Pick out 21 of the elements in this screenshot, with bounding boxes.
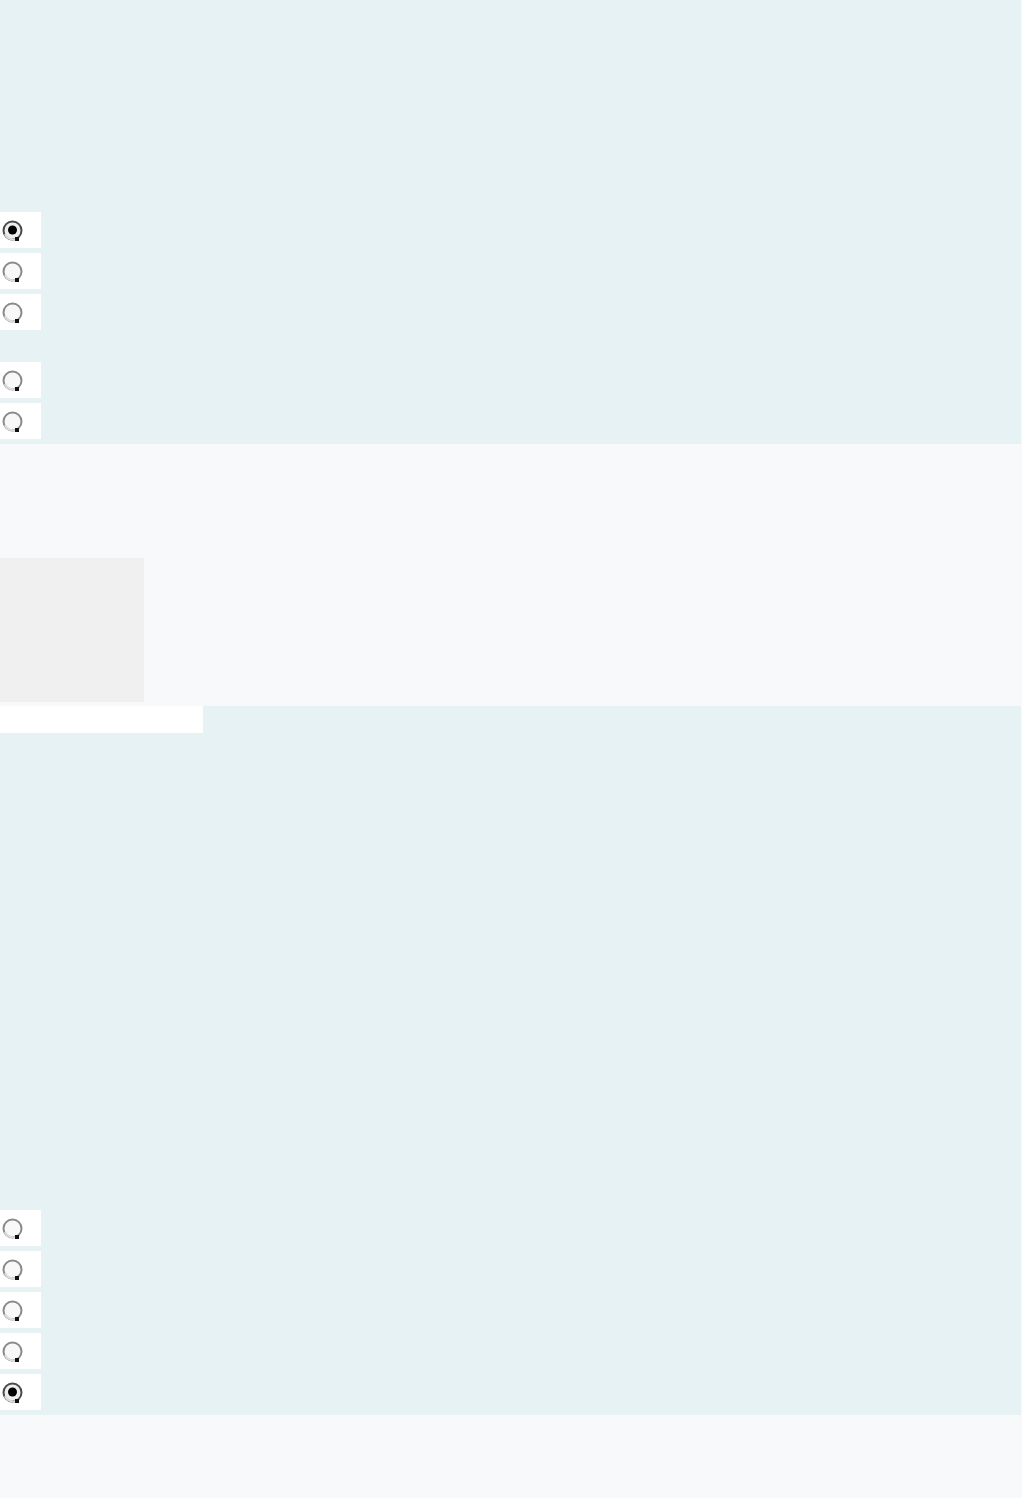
radio-option[interactable] bbox=[0, 1374, 41, 1410]
radio-icon[interactable] bbox=[2, 301, 23, 323]
radio-icon[interactable] bbox=[2, 410, 23, 432]
radio-icon[interactable] bbox=[2, 369, 23, 391]
radio-icon[interactable] bbox=[2, 219, 23, 241]
radio-option[interactable] bbox=[0, 1292, 41, 1328]
radio-icon[interactable] bbox=[2, 1381, 23, 1403]
input-field[interactable] bbox=[0, 706, 203, 733]
radio-icon[interactable] bbox=[2, 1299, 23, 1321]
radio-option[interactable] bbox=[0, 1333, 41, 1369]
radio-icon[interactable] bbox=[2, 1340, 23, 1362]
radio-option[interactable] bbox=[0, 1251, 41, 1287]
radio-icon[interactable] bbox=[2, 260, 23, 282]
radio-icon[interactable] bbox=[2, 1258, 23, 1280]
radio-option[interactable] bbox=[0, 253, 41, 289]
radio-option[interactable] bbox=[0, 294, 41, 330]
radio-option[interactable] bbox=[0, 1210, 41, 1246]
radio-option[interactable] bbox=[0, 403, 41, 439]
radio-icon[interactable] bbox=[2, 1217, 23, 1239]
radio-option[interactable] bbox=[0, 212, 41, 248]
radio-option[interactable] bbox=[0, 362, 41, 398]
